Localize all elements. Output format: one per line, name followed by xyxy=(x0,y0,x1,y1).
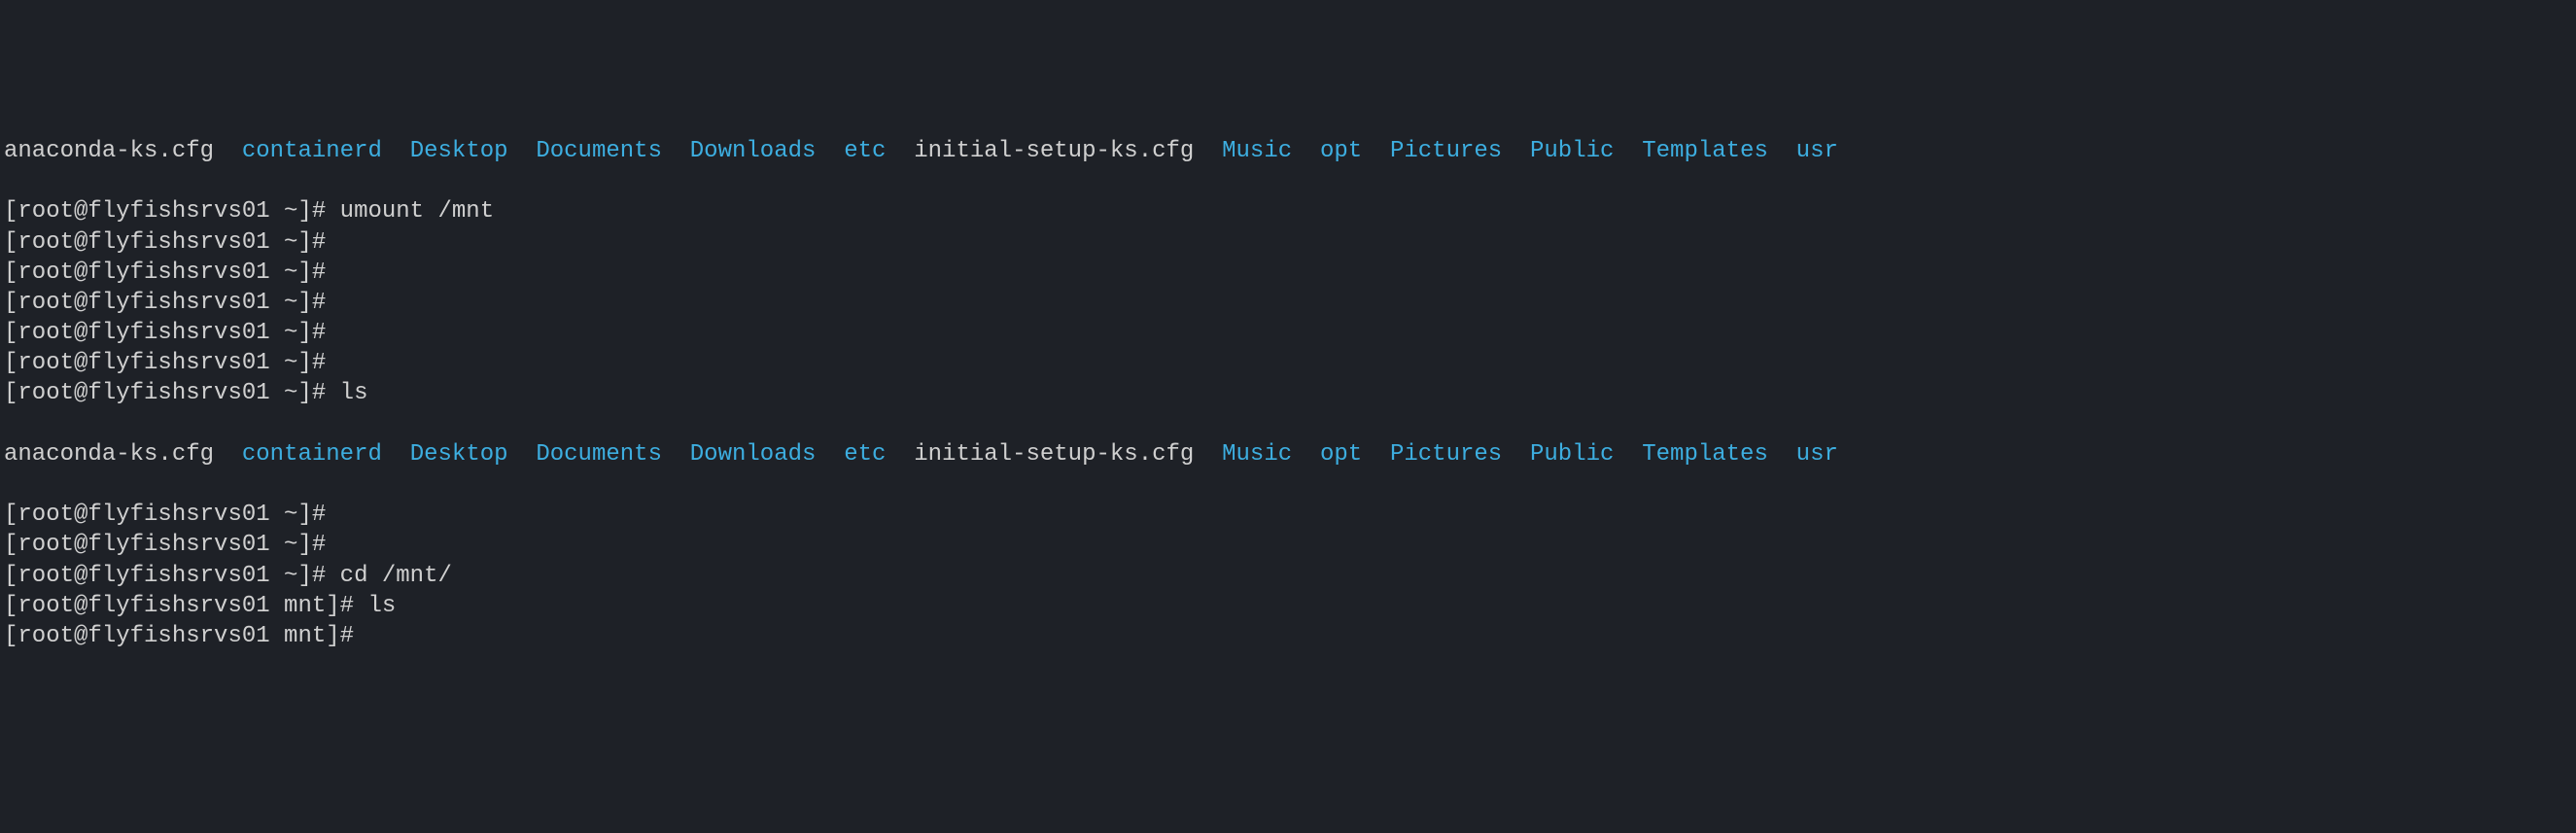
shell-command: cd /mnt/ xyxy=(326,563,452,589)
shell-prompt: [root@flyfishsrvs01 ~]# xyxy=(4,380,326,406)
ls-item: initial-setup-ks.cfg xyxy=(914,138,1194,164)
ls-item: opt xyxy=(1320,138,1362,164)
ls-item: containerd xyxy=(242,441,382,468)
terminal-line: [root@flyfishsrvs01 ~]# xyxy=(4,348,2572,378)
shell-command: umount /mnt xyxy=(326,198,494,225)
ls-item: etc xyxy=(844,138,886,164)
ls-item: usr xyxy=(1796,441,1838,468)
shell-command: ls xyxy=(354,593,396,619)
shell-prompt: [root@flyfishsrvs01 mnt]# xyxy=(4,593,354,619)
terminal-line: [root@flyfishsrvs01 ~]# xyxy=(4,318,2572,348)
ls-item: Templates xyxy=(1642,441,1768,468)
ls-item: opt xyxy=(1320,441,1362,468)
ls-output-top-partial: anaconda-ks.cfg containerd Desktop Docum… xyxy=(4,136,2572,166)
shell-prompt: [root@flyfishsrvs01 ~]# xyxy=(4,229,326,256)
ls-item: containerd xyxy=(242,138,382,164)
terminal-line: [root@flyfishsrvs01 mnt]# xyxy=(4,621,2572,651)
terminal-line: [root@flyfishsrvs01 ~]# umount /mnt xyxy=(4,196,2572,226)
ls-item: anaconda-ks.cfg xyxy=(4,441,214,468)
shell-prompt: [root@flyfishsrvs01 ~]# xyxy=(4,260,326,286)
terminal-line: [root@flyfishsrvs01 ~]# xyxy=(4,500,2572,530)
terminal-line: [root@flyfishsrvs01 ~]# xyxy=(4,227,2572,258)
shell-command: ls xyxy=(326,380,367,406)
ls-item: Desktop xyxy=(410,138,508,164)
shell-prompt: [root@flyfishsrvs01 ~]# xyxy=(4,502,326,528)
terminal-line: [root@flyfishsrvs01 ~]# cd /mnt/ xyxy=(4,561,2572,591)
ls-item: initial-setup-ks.cfg xyxy=(914,441,1194,468)
shell-prompt: [root@flyfishsrvs01 ~]# xyxy=(4,198,326,225)
shell-prompt: [root@flyfishsrvs01 ~]# xyxy=(4,350,326,376)
ls-item: etc xyxy=(844,441,886,468)
ls-item: Documents xyxy=(536,441,662,468)
ls-item: Music xyxy=(1222,441,1292,468)
ls-item: Downloads xyxy=(690,138,817,164)
ls-item: Pictures xyxy=(1390,138,1502,164)
ls-item: Public xyxy=(1530,441,1614,468)
ls-item: Documents xyxy=(536,138,662,164)
ls-item: Pictures xyxy=(1390,441,1502,468)
shell-prompt: [root@flyfishsrvs01 mnt]# xyxy=(4,623,354,649)
shell-prompt: [root@flyfishsrvs01 ~]# xyxy=(4,563,326,589)
terminal-line: [root@flyfishsrvs01 ~]# ls xyxy=(4,378,2572,408)
terminal-line: [root@flyfishsrvs01 ~]# xyxy=(4,288,2572,318)
ls-item: anaconda-ks.cfg xyxy=(4,138,214,164)
ls-item: usr xyxy=(1796,138,1838,164)
terminal-output[interactable]: anaconda-ks.cfg containerd Desktop Docum… xyxy=(0,121,2576,682)
terminal-line: [root@flyfishsrvs01 ~]# xyxy=(4,530,2572,560)
ls-item: Public xyxy=(1530,138,1614,164)
shell-prompt: [root@flyfishsrvs01 ~]# xyxy=(4,532,326,558)
ls-item: Downloads xyxy=(690,441,817,468)
shell-prompt: [root@flyfishsrvs01 ~]# xyxy=(4,290,326,316)
ls-output-row: anaconda-ks.cfg containerd Desktop Docum… xyxy=(4,439,2572,469)
ls-item: Templates xyxy=(1642,138,1768,164)
ls-item: Desktop xyxy=(410,441,508,468)
shell-prompt: [root@flyfishsrvs01 ~]# xyxy=(4,320,326,346)
terminal-line: [root@flyfishsrvs01 ~]# xyxy=(4,258,2572,288)
ls-item: Music xyxy=(1222,138,1292,164)
terminal-line: [root@flyfishsrvs01 mnt]# ls xyxy=(4,591,2572,621)
